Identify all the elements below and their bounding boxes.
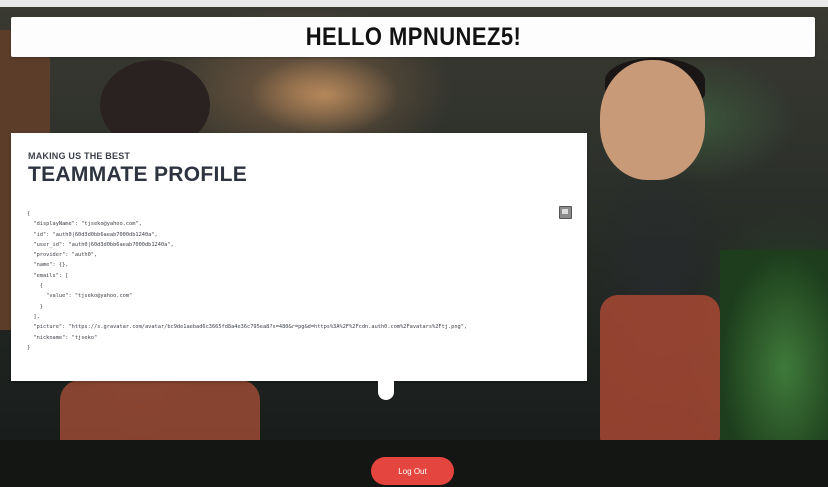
card-title: TEAMMATE PROFILE — [28, 163, 248, 186]
cursor-mark — [378, 380, 394, 400]
greeting-banner: HELLO MPNUNEZ5! — [11, 17, 815, 57]
greeting-title: HELLO MPNUNEZ5! — [305, 22, 521, 51]
profile-json: { "displayName": "tjseko@yahoo.com", "id… — [27, 211, 468, 351]
browser-edge — [0, 0, 828, 7]
background-lamp — [250, 55, 400, 135]
copy-icon[interactable] — [559, 206, 572, 219]
background-head-right — [600, 60, 705, 180]
profile-card: MAKING US THE BEST TEAMMATE PROFILE { "d… — [11, 133, 587, 381]
background-chair-right — [600, 295, 720, 455]
card-subtitle: MAKING US THE BEST — [28, 151, 131, 161]
logout-button[interactable]: Log Out — [371, 457, 454, 485]
